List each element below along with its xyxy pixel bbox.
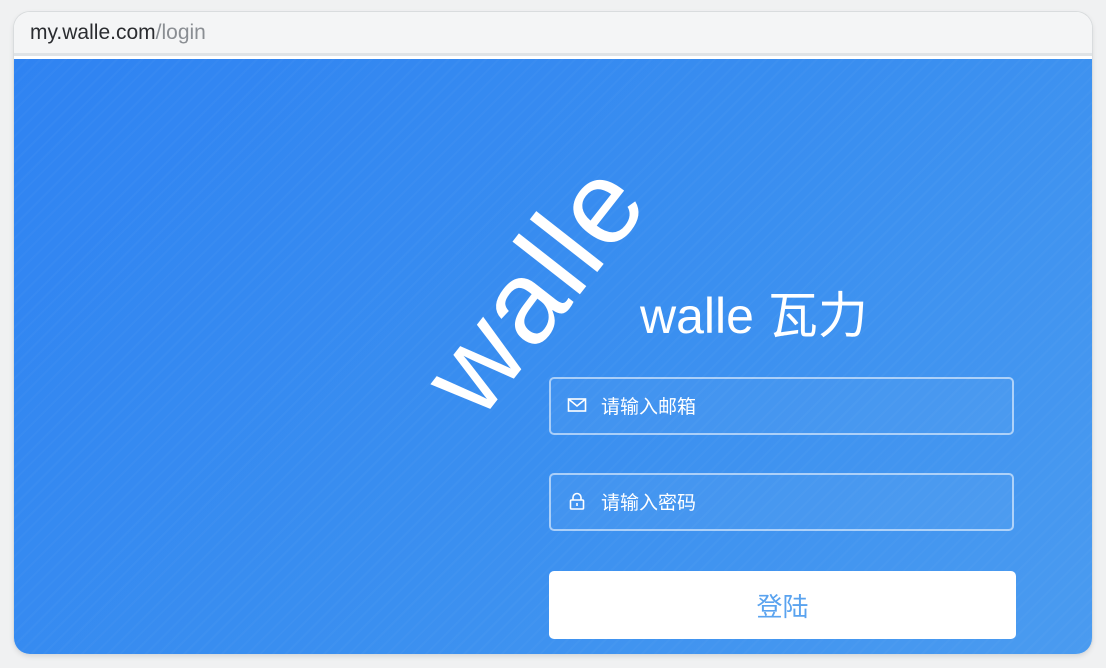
address-bar[interactable]: my.walle.com/login [14,12,1092,56]
url-domain: my.walle.com [30,21,156,44]
url-path: /login [155,21,206,44]
email-field[interactable] [549,377,1014,435]
page-title: walle 瓦力 [640,288,868,344]
password-field[interactable] [549,473,1014,531]
password-input[interactable] [599,475,1003,531]
mail-icon [567,395,587,415]
login-page: walle walle 瓦力 登陆 [14,59,1092,654]
login-button[interactable]: 登陆 [549,571,1016,639]
url-text[interactable]: my.walle.com/login [30,20,206,46]
browser-window: my.walle.com/login walle walle 瓦力 请输入邮箱 … [14,12,1092,654]
lock-icon [567,491,587,511]
email-input[interactable] [599,379,1003,435]
